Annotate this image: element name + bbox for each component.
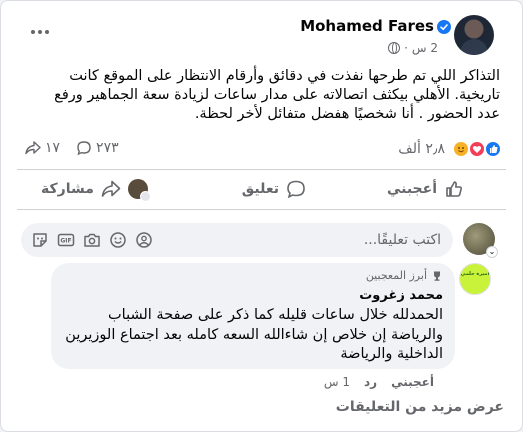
globe-icon [388,42,401,54]
commenter-avatar[interactable]: أميرة حلمي [459,263,491,295]
reactions-count: ٢٫٨ ألف [398,141,445,157]
current-user-avatar[interactable]: ⌄ [463,223,498,258]
composer-tools: GIF [31,231,153,249]
divider [17,209,506,210]
top-fan-badge: أبرز المعجبين [366,269,443,282]
comment-reply-button[interactable]: رد [364,375,377,389]
post-stats: ١٧ ٢٧٣ [25,140,119,156]
dot-icon [38,30,42,34]
comment-input[interactable] [241,223,441,257]
share-icon [101,180,121,197]
avatar-sticker-icon[interactable] [135,231,153,249]
comments-stat[interactable]: ٢٧٣ [76,140,119,156]
divider [17,169,506,170]
shares-stat[interactable]: ١٧ [25,140,60,156]
like-label: أعجبني [386,181,437,197]
top-fan-icon [434,271,440,281]
comment-like-button[interactable]: أعجبني [391,375,434,389]
share-button[interactable]: مشاركة [41,177,151,202]
love-reaction-icon [468,140,486,158]
comment-actions: أعجبني رد 1 س [324,375,434,389]
care-reaction-icon [452,140,470,158]
comment-icon [287,180,305,199]
comment-author[interactable]: محمد زغروت [359,288,443,303]
view-more-comments-link[interactable]: عرض مزيد من التعليقات [336,399,504,415]
sticker-icon[interactable] [31,231,49,249]
post-meta: 2 س · [388,41,438,55]
reactions-summary[interactable]: ٢٫٨ ألف [398,140,502,158]
emoji-icon[interactable] [109,231,127,249]
dot-icon [31,30,35,34]
top-fan-label: أبرز المعجبين [365,269,427,282]
comment-time[interactable]: 1 س [324,375,350,389]
comment-text: الحمدلله خلال ساعات قليله كما ذكر على صف… [65,307,443,362]
comment-small-icon [77,141,91,156]
like-button[interactable]: أعجبني [387,177,464,201]
author-avatar[interactable] [454,15,494,55]
comment-bubble: أبرز المعجبين محمد زغروت الحمدلله خلال س… [51,263,455,369]
shares-count: ١٧ [45,140,61,156]
page-switcher-avatar[interactable] [127,179,151,202]
like-reaction-icon [484,140,502,158]
camera-icon[interactable] [83,231,101,249]
post-text: التذاكر اللي تم طرحها نفذت في دقائق وأرق… [54,68,500,122]
like-icon [446,181,463,197]
comment-button[interactable]: تعليق [242,177,306,201]
comments-count: ٢٧٣ [96,140,119,156]
share-label: مشاركة [41,181,94,197]
post-card: Mohamed Fares 2 س · التذاكر اللي تم طرحه… [0,0,523,432]
author-name[interactable]: Mohamed Fares [300,17,434,35]
post-time[interactable]: 2 س [412,41,438,55]
comment-composer: GIF [21,223,453,257]
dot-icon [45,30,49,34]
verified-badge-icon [437,20,451,34]
chevron-down-icon[interactable]: ⌄ [486,246,498,258]
svg-text:GIF: GIF [60,238,71,245]
commenter-avatar-text: أميرة حلمي [460,271,490,277]
comment-label: تعليق [241,181,279,197]
more-options-button[interactable] [31,27,55,37]
share-small-icon [25,141,41,155]
gif-icon[interactable]: GIF [57,231,75,249]
